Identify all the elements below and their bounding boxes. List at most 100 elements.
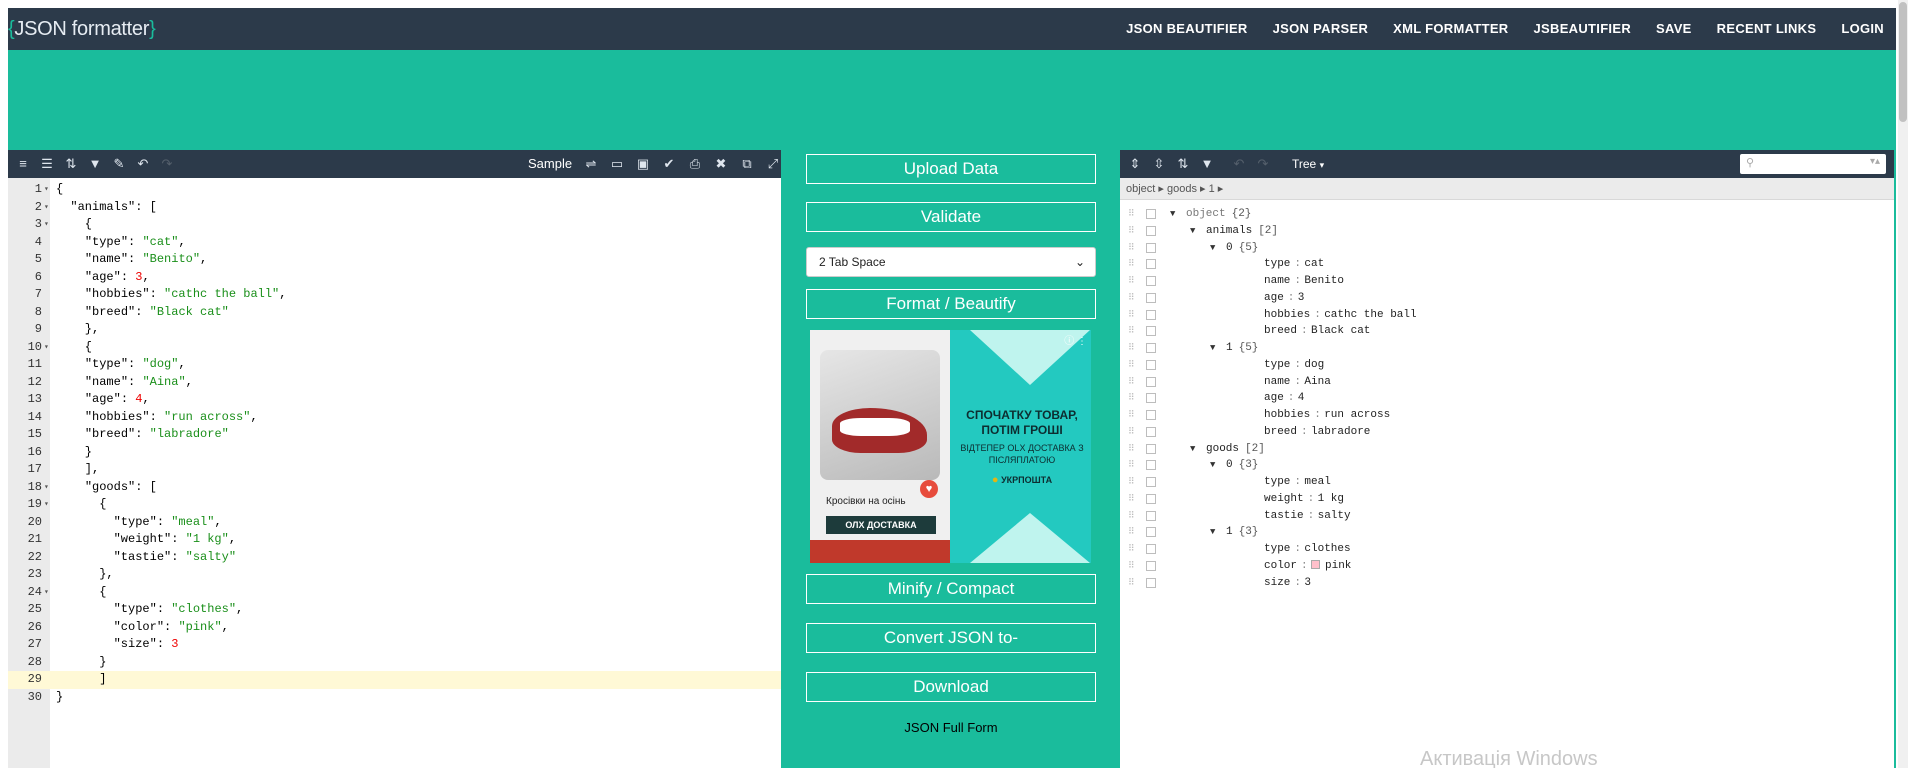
tree-value[interactable]: 3 <box>1304 573 1311 593</box>
row-checkbox[interactable] <box>1146 242 1156 253</box>
row-checkbox[interactable] <box>1146 209 1156 219</box>
drag-handle-icon[interactable]: ⠿ <box>1128 226 1136 236</box>
drag-handle-icon[interactable]: ⠿ <box>1128 410 1136 420</box>
drag-handle-icon[interactable]: ⠿ <box>1128 360 1136 370</box>
row-checkbox[interactable] <box>1146 259 1156 270</box>
nav-json-parser[interactable]: JSON PARSER <box>1273 8 1369 50</box>
row-checkbox[interactable] <box>1146 460 1156 471</box>
nav-save[interactable]: SAVE <box>1656 8 1692 50</box>
collapse-all-icon[interactable]: ⇳ <box>1150 155 1168 173</box>
fold-toggle-icon[interactable]: ▾ <box>44 199 49 217</box>
code-line[interactable]: 7 "hobbies": "cathc the ball", <box>8 286 781 304</box>
code-line[interactable]: 29 ] <box>8 671 781 689</box>
code-line[interactable]: 15 "breed": "labradore" <box>8 426 781 444</box>
row-checkbox[interactable] <box>1146 343 1156 353</box>
row-checkbox[interactable] <box>1146 560 1156 571</box>
sort-icon[interactable]: ⇅ <box>62 155 80 173</box>
drag-handle-icon[interactable]: ⠿ <box>1128 477 1136 487</box>
code-line[interactable]: 18 ▾ "goods": [ <box>8 479 781 497</box>
code-line[interactable]: 5 "name": "Benito", <box>8 251 781 269</box>
usb-icon[interactable]: ⇌ <box>582 155 600 173</box>
row-checkbox[interactable] <box>1146 292 1156 303</box>
row-checkbox[interactable] <box>1146 493 1156 504</box>
code-line[interactable]: 9 }, <box>8 321 781 339</box>
upload-data-button[interactable]: Upload Data <box>806 154 1096 184</box>
sort-icon[interactable]: ⇅ <box>1174 155 1192 173</box>
fullscreen-icon[interactable]: ⤢ <box>764 155 782 173</box>
site-logo[interactable]: {JSON formatter} <box>8 8 156 50</box>
code-line[interactable]: 14 "hobbies": "run across", <box>8 409 781 427</box>
tree-breadcrumb[interactable]: object ▸ goods ▸ 1 ▸ <box>1120 178 1894 200</box>
nav-json-beautifier[interactable]: JSON BEAUTIFIER <box>1126 8 1248 50</box>
drag-handle-icon[interactable]: ⠿ <box>1128 460 1136 470</box>
repair-wrench-icon[interactable]: ✎ <box>110 155 128 173</box>
drag-handle-icon[interactable]: ⠿ <box>1128 527 1136 537</box>
drag-handle-icon[interactable]: ⠿ <box>1128 494 1136 504</box>
code-line[interactable]: 4 "type": "cat", <box>8 234 781 252</box>
expand-all-icon[interactable]: ⇕ <box>1126 155 1144 173</box>
row-checkbox[interactable] <box>1146 443 1156 454</box>
tab-space-select[interactable]: 2 Tab Space ⌄ <box>806 247 1096 277</box>
row-checkbox[interactable] <box>1146 393 1156 404</box>
code-line[interactable]: 25 "type": "clothes", <box>8 601 781 619</box>
fold-toggle-icon[interactable]: ▾ <box>44 496 49 514</box>
fold-toggle-icon[interactable]: ▾ <box>44 181 49 199</box>
fold-toggle-icon[interactable]: ▾ <box>44 479 49 497</box>
nav-jsbeautifier[interactable]: JSBEAUTIFIER <box>1534 8 1632 50</box>
row-checkbox[interactable] <box>1146 527 1156 538</box>
drag-handle-icon[interactable]: ⠿ <box>1128 561 1136 571</box>
json-full-form-link[interactable]: JSON Full Form <box>806 720 1096 735</box>
redo-icon[interactable]: ↷ <box>1254 155 1272 173</box>
fold-toggle-icon[interactable]: ▾ <box>44 216 49 234</box>
nav-login[interactable]: LOGIN <box>1841 8 1884 50</box>
download-button[interactable]: Download <box>806 672 1096 702</box>
drag-handle-icon[interactable]: ⠿ <box>1128 310 1136 320</box>
row-checkbox[interactable] <box>1146 309 1156 320</box>
code-line[interactable]: 10 ▾ { <box>8 339 781 357</box>
code-line[interactable]: 22 "tastie": "salty" <box>8 549 781 567</box>
row-checkbox[interactable] <box>1146 326 1156 337</box>
color-swatch[interactable] <box>1311 559 1320 569</box>
nav-xml-formatter[interactable]: XML FORMATTER <box>1393 8 1508 50</box>
row-checkbox[interactable] <box>1146 376 1156 387</box>
scrollbar-thumb[interactable] <box>1899 2 1907 122</box>
drag-handle-icon[interactable]: ⠿ <box>1128 427 1136 437</box>
drag-handle-icon[interactable]: ⠿ <box>1128 326 1136 336</box>
filter-icon[interactable]: ▼ <box>86 155 104 173</box>
code-line[interactable]: 27 "size": 3 <box>8 636 781 654</box>
minify-compact-button[interactable]: Minify / Compact <box>806 574 1096 604</box>
fold-toggle-icon[interactable]: ▾ <box>44 584 49 602</box>
convert-json-button[interactable]: Convert JSON to- <box>806 623 1096 653</box>
code-line[interactable]: 16 } <box>8 444 781 462</box>
sample-button[interactable]: Sample <box>528 150 572 178</box>
format-icon[interactable]: ≡ <box>14 155 32 173</box>
row-checkbox[interactable] <box>1146 477 1156 487</box>
drag-handle-icon[interactable]: ⠿ <box>1128 511 1136 521</box>
code-line[interactable]: 28 } <box>8 654 781 672</box>
code-line[interactable]: 30} <box>8 689 781 707</box>
copy-icon[interactable]: ⧉ <box>738 155 756 173</box>
filter-icon[interactable]: ▼ <box>1198 155 1216 173</box>
code-line[interactable]: 24 ▾ { <box>8 584 781 602</box>
code-line[interactable]: 21 "weight": "1 kg", <box>8 531 781 549</box>
code-line[interactable]: 26 "color": "pink", <box>8 619 781 637</box>
ad-info-icon[interactable]: ⓘ ⋮ <box>1064 332 1087 347</box>
code-line[interactable]: 2 ▾ "animals": [ <box>8 199 781 217</box>
code-line[interactable]: 13 "age": 4, <box>8 391 781 409</box>
row-checkbox[interactable] <box>1146 410 1156 420</box>
code-line[interactable]: 19 ▾ { <box>8 496 781 514</box>
code-line[interactable]: 12 "name": "Aina", <box>8 374 781 392</box>
search-nav-icon[interactable]: ▾▴ <box>1870 156 1880 167</box>
drag-handle-icon[interactable]: ⠿ <box>1128 276 1136 286</box>
code-line[interactable]: 6 "age": 3, <box>8 269 781 287</box>
open-folder-icon[interactable]: ▭ <box>608 155 626 173</box>
code-line[interactable]: 20 "type": "meal", <box>8 514 781 532</box>
row-checkbox[interactable] <box>1146 510 1156 521</box>
code-line[interactable]: 1 ▾ { <box>8 181 781 199</box>
row-checkbox[interactable] <box>1146 577 1156 588</box>
format-beautify-button[interactable]: Format / Beautify <box>806 289 1096 319</box>
tree-search-input[interactable]: ⚲ ▾▴ <box>1740 154 1886 174</box>
code-line[interactable]: 11 "type": "dog", <box>8 356 781 374</box>
compact-icon[interactable]: ☰ <box>38 155 56 173</box>
print-icon[interactable]: ⎙ <box>686 155 704 173</box>
